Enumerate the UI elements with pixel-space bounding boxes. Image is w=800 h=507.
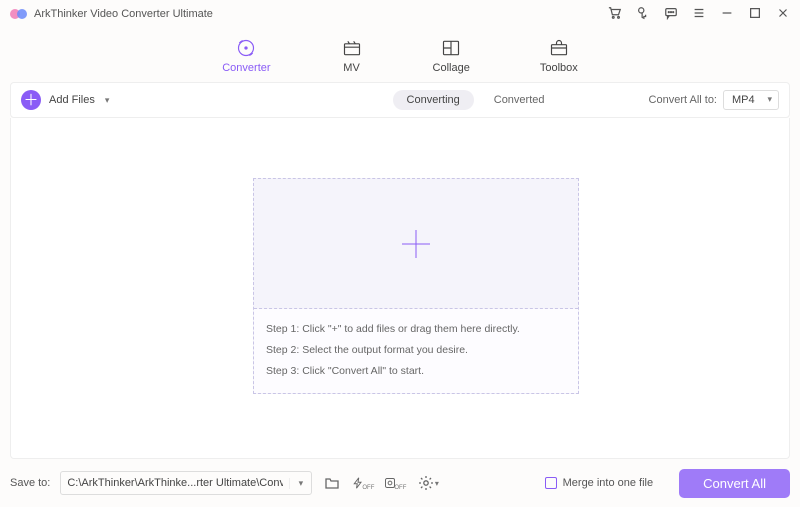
save-path-input[interactable] [61, 477, 289, 489]
add-files-label[interactable]: Add Files [49, 94, 95, 106]
browse-folder-button[interactable] [320, 472, 344, 494]
output-format-value: MP4 [732, 94, 755, 106]
tab-mv-label: MV [343, 62, 360, 74]
main-area: Step 1: Click "+" to add files or drag t… [10, 118, 790, 459]
minimize-icon[interactable] [720, 6, 734, 23]
step-1: Step 1: Click "+" to add files or drag t… [266, 319, 566, 340]
toolbar: ＋ Add Files ▾ Converting Converted Conve… [10, 82, 790, 118]
chevron-down-icon: ▾ [435, 479, 439, 488]
merge-checkbox[interactable]: Merge into one file [545, 477, 654, 489]
cart-icon[interactable] [608, 6, 622, 23]
settings-button[interactable]: ▾ [416, 472, 440, 494]
tab-toolbox[interactable]: Toolbox [540, 38, 578, 74]
save-path-dropdown-icon[interactable]: ▾ [289, 478, 311, 489]
tab-converter-label: Converter [222, 62, 270, 74]
feedback-icon[interactable] [664, 6, 678, 23]
maximize-icon[interactable] [748, 6, 762, 23]
tab-collage[interactable]: Collage [433, 38, 470, 74]
merge-label: Merge into one file [563, 477, 654, 489]
status-segmented: Converting Converted [393, 90, 559, 110]
close-icon[interactable] [776, 6, 790, 23]
instructions: Step 1: Click "+" to add files or drag t… [254, 309, 578, 393]
convert-all-to-label: Convert All to: [649, 94, 717, 106]
step-2: Step 2: Select the output format you des… [266, 340, 566, 361]
tab-converter[interactable]: Converter [222, 38, 270, 74]
seg-converted[interactable]: Converted [480, 90, 559, 110]
drop-box: Step 1: Click "+" to add files or drag t… [253, 178, 579, 394]
tab-toolbox-label: Toolbox [540, 62, 578, 74]
tab-collage-label: Collage [433, 62, 470, 74]
save-to-label: Save to: [10, 477, 50, 489]
bottom-bar: Save to: ▾ OFF OFF ▾ Merge into one file… [0, 459, 800, 507]
add-files-button[interactable]: ＋ [21, 90, 41, 110]
top-nav: Converter MV Collage Toolbox [0, 24, 800, 78]
app-logo-icon [10, 7, 28, 21]
key-icon[interactable] [636, 6, 650, 23]
titlebar-controls [608, 6, 790, 23]
app-title: ArkThinker Video Converter Ultimate [34, 8, 213, 20]
high-speed-button[interactable]: OFF [384, 472, 408, 494]
drop-area[interactable] [254, 179, 578, 309]
menu-icon[interactable] [692, 6, 706, 23]
titlebar: ArkThinker Video Converter Ultimate [0, 0, 800, 24]
plus-icon [396, 224, 436, 264]
hardware-accel-button[interactable]: OFF [352, 472, 376, 494]
app-window: ArkThinker Video Converter Ultimate Conv… [0, 0, 800, 507]
save-path-field[interactable]: ▾ [60, 471, 312, 495]
tab-mv[interactable]: MV [341, 38, 363, 74]
checkbox-icon [545, 477, 557, 489]
output-format-select[interactable]: MP4 [723, 90, 779, 110]
step-3: Step 3: Click "Convert All" to start. [266, 361, 566, 382]
seg-converting[interactable]: Converting [393, 90, 474, 110]
convert-all-button[interactable]: Convert All [679, 469, 790, 498]
add-files-dropdown-icon[interactable]: ▾ [105, 95, 110, 106]
